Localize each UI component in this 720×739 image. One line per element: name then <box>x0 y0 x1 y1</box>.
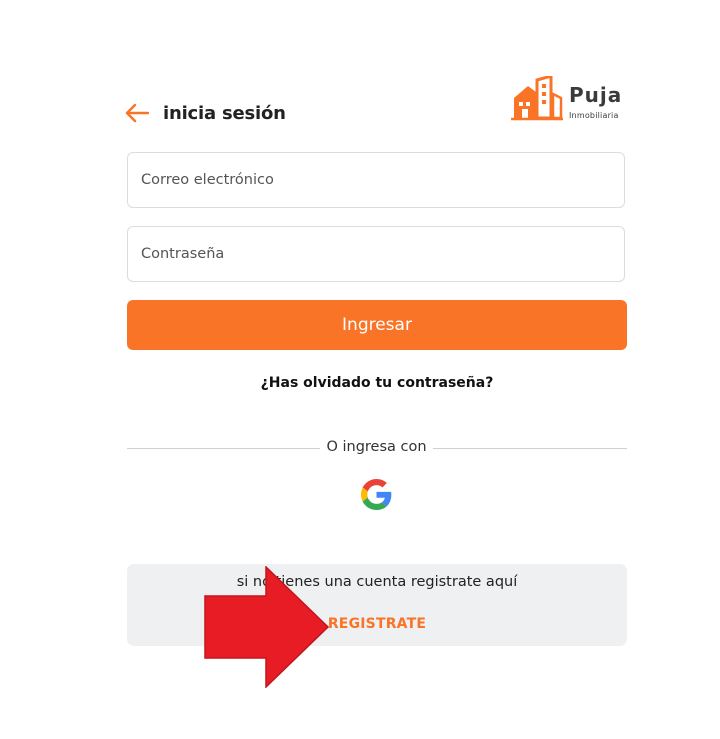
annotation-arrow-icon <box>204 566 330 688</box>
register-panel: si no tienes una cuenta registrate aquí … <box>127 564 627 646</box>
puja-logo: Puja Inmobiliaria <box>511 76 626 124</box>
login-button[interactable]: Ingresar <box>127 300 627 350</box>
register-link[interactable]: REGISTRATE <box>127 616 627 632</box>
register-text: si no tienes una cuenta registrate aquí <box>236 574 518 590</box>
forgot-password-link[interactable]: ¿Has olvidado tu contraseña? <box>127 375 627 391</box>
logo-name: Puja <box>569 83 623 107</box>
back-arrow-icon[interactable] <box>124 101 150 125</box>
password-field[interactable] <box>127 226 625 282</box>
buildings-logo-icon <box>511 76 563 121</box>
logo-subtitle: Inmobiliaria <box>569 111 619 120</box>
divider-text: O ingresa con <box>326 439 427 455</box>
google-icon <box>361 479 392 510</box>
page-title: inicia sesión <box>163 103 286 124</box>
divider-left <box>127 448 320 449</box>
divider-right <box>433 448 627 449</box>
email-field[interactable] <box>127 152 625 208</box>
google-login-button[interactable] <box>361 479 392 510</box>
